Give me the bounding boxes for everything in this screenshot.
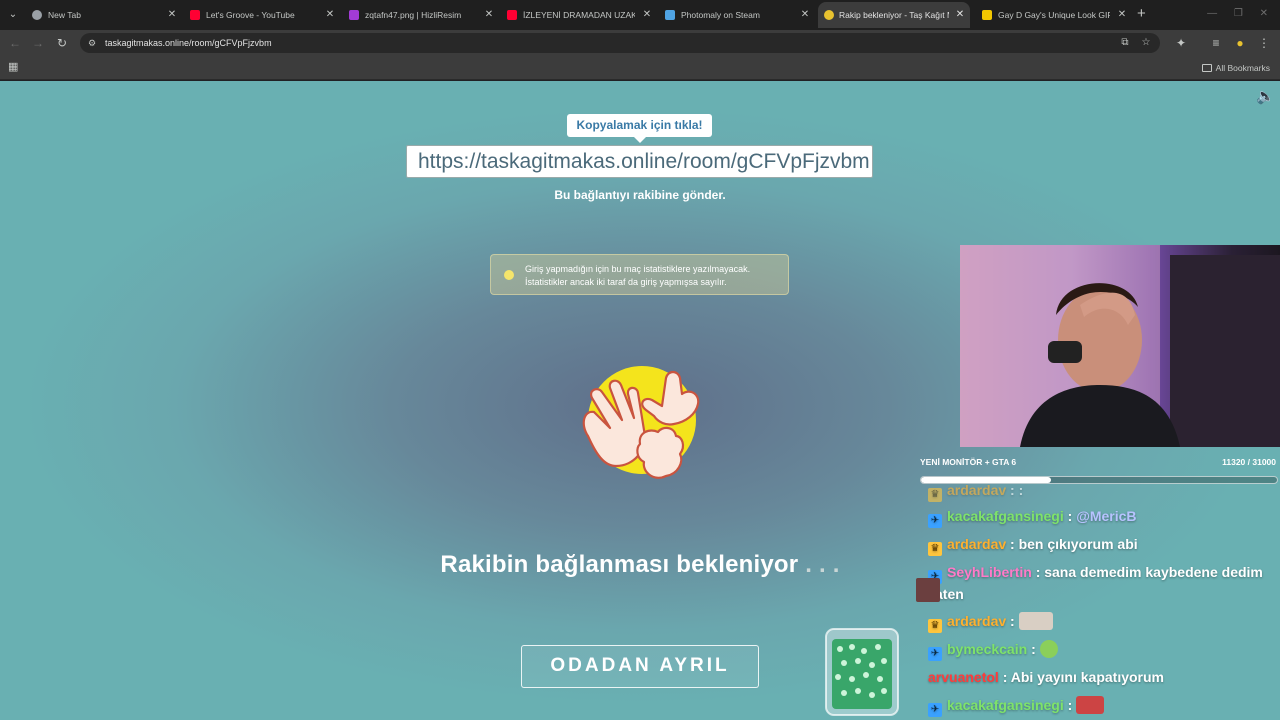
chat-message: ♛ ardardav : : [928,480,1280,502]
emote-jar-icon [825,628,899,716]
window-controls[interactable]: — ❐ ✕ [1207,8,1268,19]
crown-badge-icon: ♛ [928,542,942,556]
tab-rakip-bekleniyor[interactable]: Rakip bekleniyor - Taş Kağıt Makas ✕ [818,2,970,28]
speaker-volume-icon[interactable]: 🔈 [1256,89,1275,105]
close-tab-icon[interactable]: ✕ [324,2,336,28]
back-arrow-icon[interactable]: ← [7,35,23,51]
kebab-menu-icon[interactable]: ⋮ [1256,35,1272,51]
tab-search-chevron-icon[interactable]: ⌄ [4,6,22,24]
emote-image [1039,640,1058,658]
webcam-feed [960,245,1280,447]
waiting-dots: . . . [805,551,840,578]
close-tab-icon[interactable]: ✕ [799,2,811,28]
close-tab-icon[interactable]: ✕ [483,2,495,28]
folder-icon [1201,64,1212,72]
copy-tooltip[interactable]: Kopyalamak için tıkla! [567,114,712,143]
close-tab-icon[interactable]: ✕ [1116,2,1128,28]
close-tab-icon[interactable]: ✕ [166,2,178,28]
address-bar[interactable]: ⚙ taskagitmakas.online/room/gCFVpFjzvbm … [80,33,1160,53]
bookmark-star-icon[interactable]: ☆ [1139,37,1153,49]
chat-message: ♛ ardardav : [928,610,1280,633]
profile-avatar-icon[interactable]: ● [1232,35,1248,51]
taskagitmakas-icon [824,10,834,20]
crown-badge-icon: ♛ [928,488,942,502]
chat-message: ✈ kacakafgansinegi : [928,694,1280,717]
site-info-icon[interactable]: ⚙ [86,37,98,49]
info-dot-icon [504,270,514,280]
apps-grid-icon[interactable]: ▦ [8,62,19,73]
goal-count: 11320 / 31000 [1222,457,1276,467]
bookmarks-bar: ▦ All Bookmarks [0,56,1280,80]
chat-message: ✈ kacakafgansinegi : @MericB [928,505,1280,528]
stream-chat: ♛ ardardav : : ✈ kacakafgansinegi : @Meric… [916,480,1280,720]
chat-message: ✈ bymeckcain : [928,638,1280,661]
chat-message: arvuanetol : Abi yayını kapatıyorum [928,669,1165,685]
tab-gif[interactable]: Gay D Gay's Unique Look GIF - ✕ [982,2,1128,28]
youtube-icon [190,10,200,20]
browser-toolbar: ← → ↻ ⚙ taskagitmakas.online/room/gCFVpF… [0,30,1280,56]
tab-steam[interactable]: Photomaly on Steam ✕ [665,2,811,28]
new-tab-plus-icon[interactable]: + [1137,6,1146,22]
youtube-icon [507,10,517,20]
notice-line-1: Giriş yapmadığın için bu maç istatistikl… [525,264,751,274]
tab-hizliresim[interactable]: zqtafn47.png | HizliResim ✕ [349,2,495,28]
chat-avatar [916,578,940,602]
all-bookmarks-button[interactable]: All Bookmarks [1201,56,1270,80]
goal-label: YENİ MONİTÖR + GTA 6 [920,457,1017,467]
chrome-icon [32,10,42,20]
stats-notice: Giriş yapmadığın için bu maç istatistikl… [490,254,789,295]
tab-youtube-drama[interactable]: İZLEYENİ DRAMADAN UZAK TUTAN ✕ [507,2,653,28]
tab-strip: ⌄ New Tab ✕ Let's Groove - YouTube ✕ zqt… [0,0,1280,30]
steam-icon [665,10,675,20]
streamer-image [960,245,1280,447]
notice-line-2: İstatistikler ancak iki taraf da giriş y… [525,277,727,287]
tab-youtube[interactable]: Let's Groove - YouTube ✕ [190,2,336,28]
rock-paper-scissors-icon [582,366,700,479]
extensions-puzzle-icon[interactable]: ✦ [1173,35,1189,51]
prime-badge-icon: ✈ [928,703,942,717]
chat-message-wrap: zaten [928,586,964,602]
room-link-field[interactable]: https://taskagitmakas.online/room/gCFVpF… [406,145,873,178]
waiting-message: Rakibin bağlanması bekleniyor . . . [440,551,840,578]
close-tab-icon[interactable]: ✕ [641,2,653,28]
send-link-instruction: Bu bağlantıyı rakibine gönder. [554,188,726,202]
reload-icon[interactable]: ↻ [54,35,70,51]
address-url[interactable]: taskagitmakas.online/room/gCFVpFjzvbm [105,33,272,53]
emote-image [1076,696,1105,714]
leave-room-button[interactable]: ODADAN AYRIL [521,645,759,688]
media-control-icon[interactable]: ≡ [1208,35,1224,51]
install-app-icon[interactable]: ⧉ [1118,37,1132,49]
forward-arrow-icon[interactable]: → [30,35,46,51]
klipy-icon [982,10,992,20]
close-tab-icon[interactable]: ✕ [954,2,966,28]
chat-message: ✈ SeyhLibertin : sana demedim kaybedene d… [928,561,1280,584]
chat-message: ♛ ardardav : ben çıkıyorum abi [928,533,1280,556]
crown-badge-icon: ♛ [928,619,942,633]
prime-badge-icon: ✈ [928,647,942,661]
emote-image [1018,612,1053,630]
tab-new-tab[interactable]: New Tab ✕ [32,2,178,28]
prime-badge-icon: ✈ [928,514,942,528]
hizliresim-icon [349,10,359,20]
